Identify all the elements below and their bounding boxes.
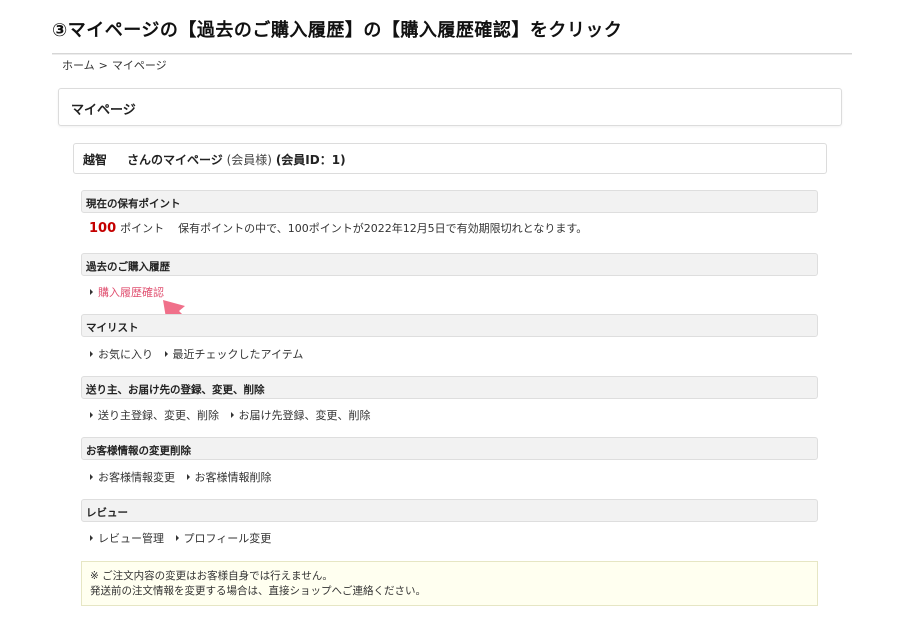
order-change-notice: ※ ご注文内容の変更はお客様自身では行えません。 発送前の注文情報を変更する場合… [81,561,818,606]
customer-edit-link[interactable]: お客様情報変更 [90,469,175,485]
breadcrumb-separator: > [98,59,108,72]
points-value: 100 [89,221,117,236]
right-triangle-bullet-icon [90,535,93,541]
customer-delete-link[interactable]: お客様情報削除 [186,469,272,485]
review-manage-label: レビュー管理 [98,532,164,545]
mylist-section-heading: マイリスト [81,314,818,337]
points-section-heading: 現在の保有ポイント [81,190,818,213]
mylist-links: お気に入り 最近チェックしたアイテム [90,346,311,362]
user-mypage-suffix: さんのマイページ [127,153,223,167]
page-title-box: マイページ [58,88,842,126]
breadcrumb-current: マイページ [111,59,167,72]
history-section-heading: 過去のご購入履歴 [81,253,818,276]
user-info-box: 越智 さんのマイページ (会員様) (会員ID：1) [73,143,827,174]
breadcrumb: ホーム > マイページ [62,57,167,73]
favorites-link[interactable]: お気に入り [90,346,153,362]
address-section-heading: 送り主、お届け先の登録、変更、削除 [81,376,818,399]
profile-edit-link[interactable]: プロフィール変更 [175,530,272,546]
customer-delete-label: お客様情報削除 [194,471,272,484]
right-triangle-bullet-icon [90,351,93,357]
purchase-history-link[interactable]: 購入履歴確認 [90,284,164,300]
instruction-divider [52,53,852,55]
review-section-heading: レビュー [81,499,818,522]
profile-edit-label: プロフィール変更 [183,532,272,545]
notice-line-1: ※ ご注文内容の変更はお客様自身では行えません。 [90,570,333,582]
page-title: マイページ [71,103,136,118]
right-triangle-bullet-icon [90,412,93,418]
delivery-register-label: お届け先登録、変更、削除 [238,409,371,422]
right-triangle-bullet-icon [230,412,234,418]
right-triangle-bullet-icon [164,351,168,357]
customer-links: お客様情報変更 お客様情報削除 [90,469,280,485]
notice-line-2: 発送前の注文情報を変更する場合は、直接ショップへご連絡ください。 [90,585,426,597]
review-manage-link[interactable]: レビュー管理 [90,530,164,546]
right-triangle-bullet-icon [90,289,93,295]
favorites-label: お気に入り [98,348,153,361]
sender-register-label: 送り主登録、変更、削除 [98,409,219,422]
customer-section-heading: お客様情報の変更削除 [81,437,818,460]
points-expiry-note: 保有ポイントの中で、100ポイントが2022年12月5日で有効期限切れとなります… [178,222,588,235]
user-info-line: 越智 さんのマイページ (会員様) (会員ID：1) [83,151,346,168]
instruction-title: ③マイページの【過去のご購入履歴】の【購入履歴確認】をクリック [52,20,623,41]
address-links: 送り主登録、変更、削除 お届け先登録、変更、削除 [90,407,379,423]
recently-viewed-link[interactable]: 最近チェックしたアイテム [164,346,304,362]
breadcrumb-home-link[interactable]: ホーム [62,59,95,72]
member-id: (会員ID：1) [275,153,346,167]
review-links: レビュー管理 プロフィール変更 [90,530,279,546]
points-unit: ポイント [120,222,165,235]
points-row: 100 ポイント 保有ポイントの中で、100ポイントが2022年12月5日で有効期限… [89,220,587,236]
member-type: (会員様) [226,153,272,167]
recently-viewed-label: 最近チェックしたアイテム [172,348,304,361]
delivery-register-link[interactable]: お届け先登録、変更、削除 [230,407,371,423]
right-triangle-bullet-icon [175,535,179,541]
right-triangle-bullet-icon [90,474,93,480]
purchase-history-label: 購入履歴確認 [98,286,164,299]
customer-edit-label: お客様情報変更 [98,471,175,484]
user-name: 越智 [83,153,108,167]
sender-register-link[interactable]: 送り主登録、変更、削除 [90,407,219,423]
right-triangle-bullet-icon [186,474,190,480]
